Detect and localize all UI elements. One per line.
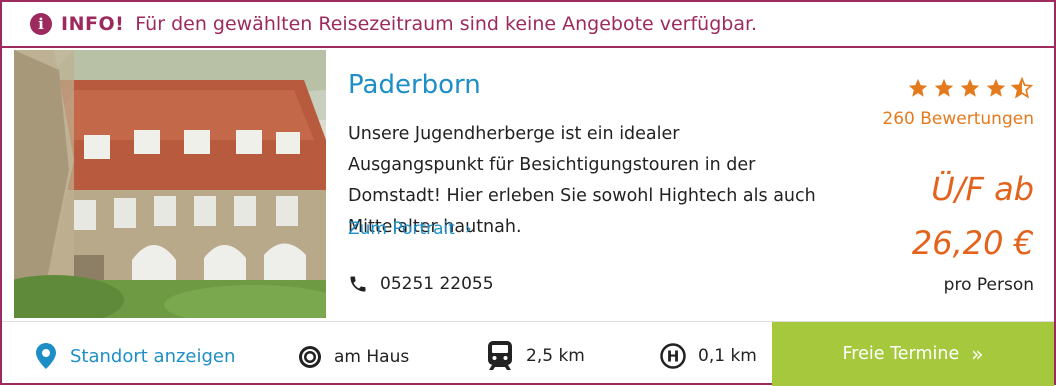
- stop-distance-text: am Haus: [334, 347, 410, 367]
- train-icon: [488, 341, 512, 370]
- price-unit: pro Person: [943, 275, 1034, 295]
- portrait-link-label: Zum Portrait: [348, 219, 455, 239]
- bus-distance: H 0,1 km: [660, 343, 757, 369]
- free-dates-label: Freie Termine: [842, 344, 960, 364]
- bus-distance-text: 0,1 km: [698, 346, 757, 366]
- chevron-right-icon: ›: [464, 219, 472, 239]
- hostel-title[interactable]: Paderborn: [348, 70, 481, 100]
- bus-stop-icon: H: [660, 343, 686, 369]
- stop-distance: am Haus: [298, 345, 409, 369]
- star-rating: [906, 77, 1034, 99]
- info-label: INFO!: [61, 13, 125, 35]
- portrait-link[interactable]: Zum Portrait ›: [348, 219, 472, 239]
- show-location-label: Standort anzeigen: [70, 345, 236, 367]
- price-label: Ü/F ab: [931, 170, 1034, 208]
- reviews-count[interactable]: 260 Bewertungen: [882, 109, 1034, 129]
- info-message: Für den gewählten Reisezeitraum sind kei…: [135, 13, 758, 35]
- star-icon: [986, 78, 1006, 97]
- hostel-photo[interactable]: [14, 50, 326, 318]
- star-icon: [908, 78, 928, 97]
- phone-number[interactable]: 05251 22055: [380, 274, 494, 294]
- svg-text:H: H: [667, 348, 680, 366]
- train-distance: 2,5 km: [486, 341, 585, 371]
- double-chevron-right-icon: »: [971, 342, 984, 366]
- feature-bar: Standort anzeigen am Haus 2,5 km H 0,1 k…: [2, 321, 1054, 386]
- map-pin-icon: [36, 343, 56, 369]
- info-icon: i: [30, 13, 52, 35]
- info-banner: i INFO! Für den gewählten Reisezeitraum …: [2, 2, 1054, 48]
- hostel-card: i INFO! Für den gewählten Reisezeitraum …: [0, 0, 1056, 386]
- show-location-link[interactable]: Standort anzeigen: [36, 343, 235, 369]
- star-icon: [960, 78, 980, 97]
- target-icon: [299, 346, 321, 368]
- star-icon: [934, 78, 954, 97]
- free-dates-button[interactable]: Freie Termine »: [772, 322, 1054, 386]
- price-value: 26,20 €: [911, 224, 1034, 262]
- phone-row: 05251 22055: [348, 274, 494, 294]
- phone-icon: [350, 276, 366, 292]
- half-star-icon: [1010, 77, 1034, 99]
- train-distance-text: 2,5 km: [526, 346, 585, 366]
